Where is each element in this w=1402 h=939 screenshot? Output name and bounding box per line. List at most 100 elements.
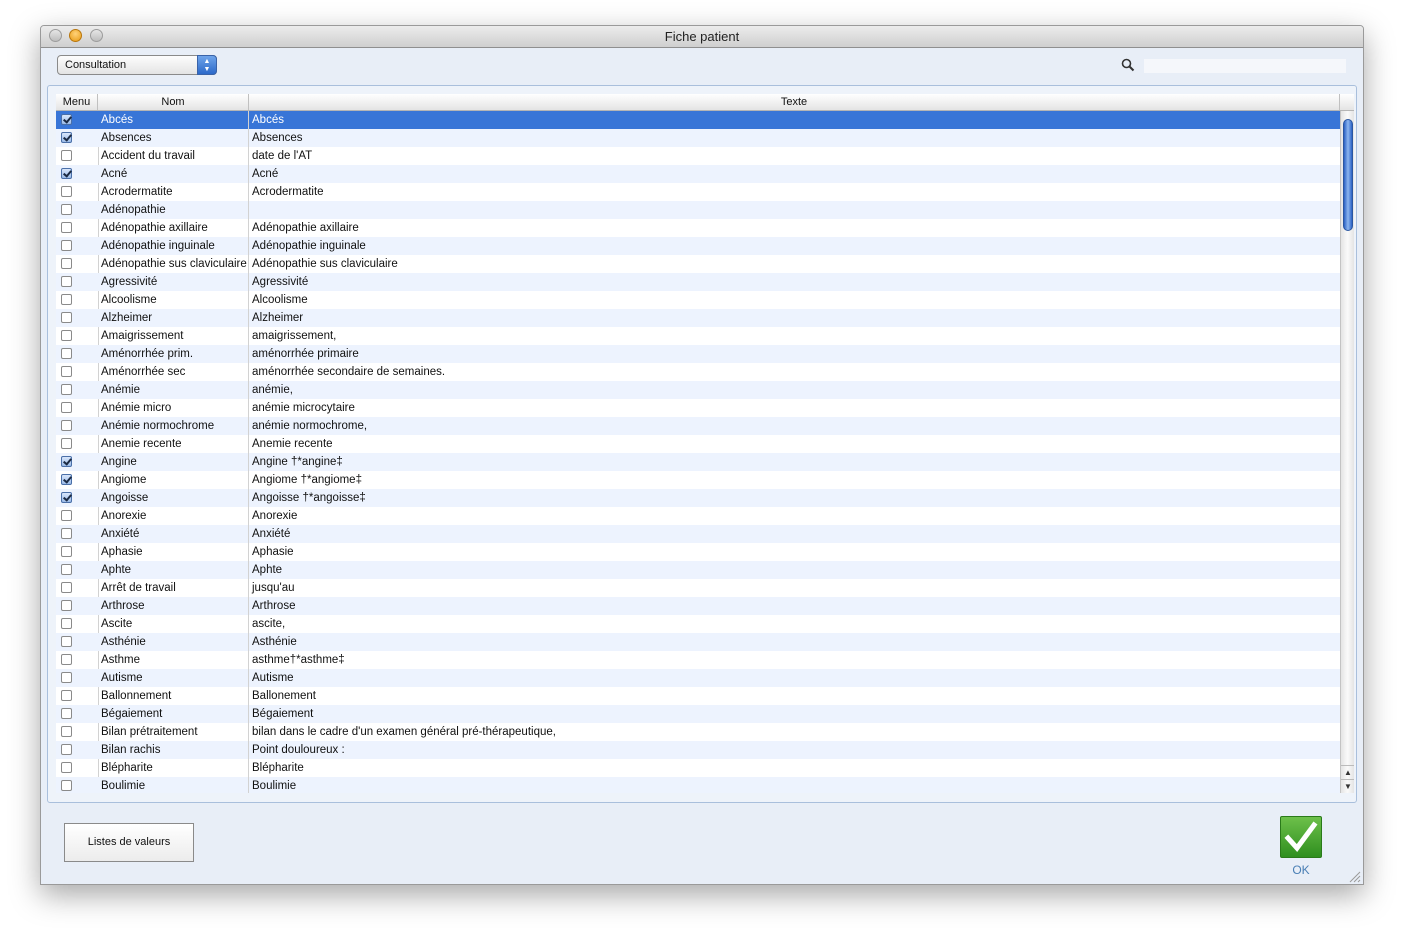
table-row[interactable]: Asthénie Asthénie (56, 633, 1340, 651)
menu-checkbox[interactable] (61, 150, 72, 161)
table-row[interactable]: Ascite ascite, (56, 615, 1340, 633)
menu-cell (56, 561, 98, 579)
menu-checkbox[interactable] (61, 636, 72, 647)
menu-checkbox[interactable] (61, 564, 72, 575)
menu-checkbox[interactable] (61, 276, 72, 287)
menu-checkbox[interactable] (61, 492, 72, 503)
menu-checkbox[interactable] (61, 762, 72, 773)
table-row[interactable]: Adénopathie axillaire Adénopathie axillai… (56, 219, 1340, 237)
menu-checkbox[interactable] (61, 294, 72, 305)
scroll-down-arrow-icon[interactable]: ▼ (1341, 779, 1354, 793)
table-row[interactable]: Alzheimer Alzheimer (56, 309, 1340, 327)
category-select[interactable]: Consultation ▲ ▼ (57, 55, 217, 75)
menu-checkbox[interactable] (61, 438, 72, 449)
menu-checkbox[interactable] (61, 726, 72, 737)
table-row[interactable]: Angine Angine †*angine‡ (56, 453, 1340, 471)
menu-checkbox[interactable] (61, 348, 72, 359)
menu-checkbox[interactable] (61, 672, 72, 683)
table-row[interactable]: Aménorrhée sec aménorrhée secondaire de s… (56, 363, 1340, 381)
table-row[interactable]: Anémie micro anémie microcytaire (56, 399, 1340, 417)
listes-de-valeurs-button[interactable]: Listes de valeurs (64, 823, 194, 862)
menu-checkbox[interactable] (61, 186, 72, 197)
table-row[interactable]: Amaigrissement amaigrissement, (56, 327, 1340, 345)
menu-checkbox[interactable] (61, 222, 72, 233)
menu-checkbox[interactable] (61, 366, 72, 377)
texte-cell: Absences (252, 132, 303, 144)
table-row[interactable]: Agressivité Agressivité (56, 273, 1340, 291)
table-row[interactable]: Asthme asthme†*asthme‡ (56, 651, 1340, 669)
table-row[interactable]: Arrêt de travail jusqu'au (56, 579, 1340, 597)
menu-checkbox[interactable] (61, 528, 72, 539)
table-row[interactable]: Adénopathie (56, 201, 1340, 219)
texte-cell: Asthénie (252, 636, 297, 648)
menu-checkbox[interactable] (61, 744, 72, 755)
menu-checkbox[interactable] (61, 330, 72, 341)
table-row[interactable]: Absences Absences (56, 129, 1340, 147)
scrollbar-thumb[interactable] (1343, 119, 1353, 231)
menu-checkbox[interactable] (61, 654, 72, 665)
table-row[interactable]: Anémie anémie, (56, 381, 1340, 399)
menu-checkbox[interactable] (61, 456, 72, 467)
table-row[interactable]: Adénopathie inguinale Adénopathie inguina… (56, 237, 1340, 255)
menu-cell (56, 615, 98, 633)
menu-checkbox[interactable] (61, 384, 72, 395)
table-row[interactable]: Anorexie Anorexie (56, 507, 1340, 525)
nom-cell: Anémie (98, 381, 249, 399)
table-row[interactable]: Aphasie Aphasie (56, 543, 1340, 561)
table-row[interactable]: Acrodermatite Acrodermatite (56, 183, 1340, 201)
menu-checkbox[interactable] (61, 402, 72, 413)
menu-checkbox[interactable] (61, 114, 72, 125)
column-header-nom[interactable]: Nom (98, 94, 249, 110)
table-row[interactable]: Accident du travail date de l'AT (56, 147, 1340, 165)
vertical-scrollbar[interactable]: ▲ ▼ (1340, 111, 1354, 793)
table-row[interactable]: Bégaiement Bégaiement (56, 705, 1340, 723)
menu-checkbox[interactable] (61, 546, 72, 557)
table-row[interactable]: Blépharite Blépharite (56, 759, 1340, 777)
ok-label[interactable]: OK (1280, 863, 1322, 877)
menu-checkbox[interactable] (61, 474, 72, 485)
window-title: Fiche patient (664, 29, 740, 44)
menu-checkbox[interactable] (61, 420, 72, 431)
menu-cell (56, 669, 98, 687)
table-row[interactable]: Ballonnement Ballonement (56, 687, 1340, 705)
table-row[interactable]: Anemie recente Anemie recente (56, 435, 1340, 453)
menu-checkbox[interactable] (61, 780, 72, 791)
menu-checkbox[interactable] (61, 582, 72, 593)
texte-cell: Acrodermatite (252, 186, 324, 198)
menu-checkbox[interactable] (61, 708, 72, 719)
table-row[interactable]: Boulimie Boulimie (56, 777, 1340, 793)
menu-checkbox[interactable] (61, 258, 72, 269)
menu-checkbox[interactable] (61, 600, 72, 611)
table-row[interactable]: Aménorrhée prim. aménorrhée primaire (56, 345, 1340, 363)
menu-cell (56, 777, 98, 793)
menu-checkbox[interactable] (61, 132, 72, 143)
menu-checkbox[interactable] (61, 204, 72, 215)
menu-checkbox[interactable] (61, 618, 72, 629)
table-row[interactable]: Angoisse Angoisse †*angoisse‡ (56, 489, 1340, 507)
table-row[interactable]: Adénopathie sus claviculaire Adénopathie … (56, 255, 1340, 273)
table-row[interactable]: Anémie normochrome anémie normochrome, (56, 417, 1340, 435)
title-bar[interactable]: Fiche patient (41, 26, 1363, 48)
menu-checkbox[interactable] (61, 240, 72, 251)
table-row[interactable]: Abcés Abcés (56, 111, 1340, 129)
table-row[interactable]: Arthrose Arthrose (56, 597, 1340, 615)
menu-checkbox[interactable] (61, 690, 72, 701)
menu-checkbox[interactable] (61, 168, 72, 179)
table-row[interactable]: Bilan rachis Point douloureux : (56, 741, 1340, 759)
nom-cell: Boulimie (98, 777, 249, 793)
menu-checkbox[interactable] (61, 312, 72, 323)
scroll-up-arrow-icon[interactable]: ▲ (1341, 765, 1354, 779)
resize-grip-icon[interactable] (1347, 869, 1361, 883)
table-row[interactable]: Angiome Angiome †*angiome‡ (56, 471, 1340, 489)
table-row[interactable]: Bilan prétraitement bilan dans le cadre d… (56, 723, 1340, 741)
menu-checkbox[interactable] (61, 510, 72, 521)
table-row[interactable]: Acné Acné (56, 165, 1340, 183)
table-row[interactable]: Aphte Aphte (56, 561, 1340, 579)
checkmark-icon[interactable] (1280, 816, 1322, 858)
table-row[interactable]: Autisme Autisme (56, 669, 1340, 687)
search-input[interactable] (1144, 59, 1346, 73)
table-row[interactable]: Anxiété Anxiété (56, 525, 1340, 543)
column-header-menu[interactable]: Menu (56, 94, 98, 110)
column-header-texte[interactable]: Texte (249, 94, 1340, 110)
table-row[interactable]: Alcoolisme Alcoolisme (56, 291, 1340, 309)
